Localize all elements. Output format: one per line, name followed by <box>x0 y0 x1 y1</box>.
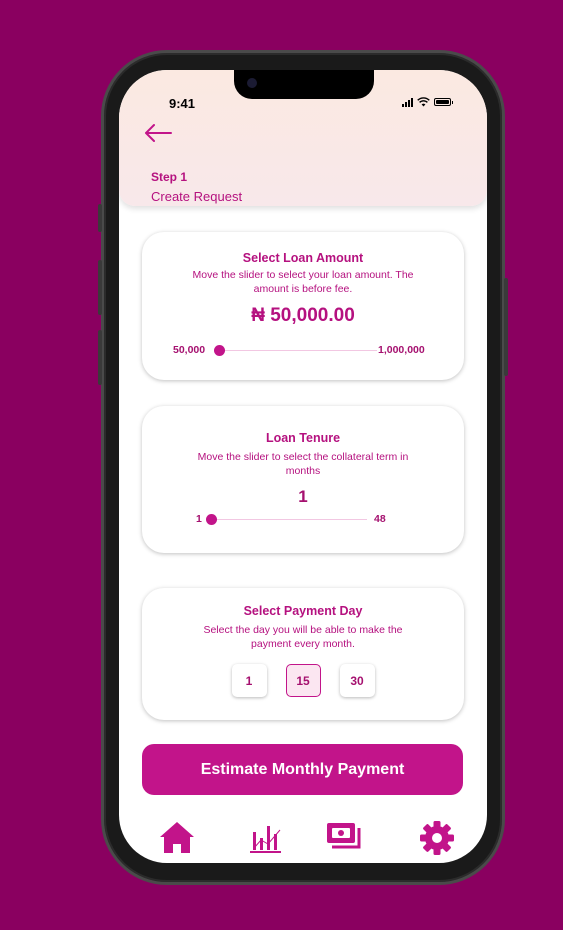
analytics-icon[interactable] <box>249 820 283 854</box>
side-button <box>504 278 508 376</box>
payment-day-option-1[interactable]: 1 <box>231 664 267 697</box>
payment-day-options: 1 15 30 <box>142 664 464 697</box>
loan-tenure-value: 1 <box>298 487 308 506</box>
settings-icon[interactable] <box>419 820 455 856</box>
loan-amount-card: Select Loan Amount Move the slider to se… <box>142 232 464 380</box>
payment-day-card: Select Payment Day Select the day you wi… <box>142 588 464 720</box>
payment-day-option-15[interactable]: 15 <box>285 664 321 697</box>
home-icon[interactable] <box>158 820 196 854</box>
loan-tenure-slider[interactable]: 1 48 <box>142 510 464 530</box>
slider-track <box>219 350 377 351</box>
side-button <box>98 330 102 385</box>
status-time: 9:41 <box>169 96 196 111</box>
loan-amount-slider[interactable]: 50,000 1,000,000 <box>142 341 464 361</box>
slider-max-label: 1,000,000 <box>378 344 425 356</box>
cash-icon[interactable] <box>325 820 363 852</box>
signal-icon <box>402 97 413 107</box>
slider-thumb[interactable] <box>214 345 225 356</box>
loan-tenure-card: Loan Tenure Move the slider to select th… <box>142 406 464 553</box>
side-button <box>98 260 102 315</box>
bottom-tab-bar <box>119 816 487 863</box>
slider-track <box>212 519 367 520</box>
back-arrow-icon[interactable] <box>143 122 173 144</box>
camera <box>247 78 257 88</box>
status-icons <box>402 97 453 107</box>
estimate-monthly-payment-button[interactable]: Estimate Monthly Payment <box>142 744 463 795</box>
loan-amount-description: Move the slider to select your loan amou… <box>192 269 414 295</box>
loan-tenure-title: Loan Tenure <box>265 431 341 445</box>
step-label: Step 1 <box>151 170 188 184</box>
payment-day-option-30[interactable]: 30 <box>339 664 375 697</box>
slider-min-label: 1 <box>196 513 202 525</box>
phone-screen: 9:41 Step 1 Create Request Select Loan A… <box>119 70 487 863</box>
loan-tenure-description: Move the slider to select the collateral… <box>197 451 409 477</box>
payment-day-description: Select the day you will be able to make … <box>203 624 403 650</box>
slider-thumb[interactable] <box>206 514 217 525</box>
battery-icon <box>434 98 453 106</box>
wifi-icon <box>417 97 430 107</box>
loan-amount-title: Select Loan Amount <box>242 251 364 265</box>
slider-max-label: 48 <box>374 513 386 525</box>
step-title: Create Request <box>151 189 243 204</box>
slider-min-label: 50,000 <box>173 344 206 356</box>
payment-day-title: Select Payment Day <box>243 604 363 618</box>
loan-amount-value: ₦ 50,000.00 <box>251 305 355 326</box>
side-button <box>98 204 102 232</box>
